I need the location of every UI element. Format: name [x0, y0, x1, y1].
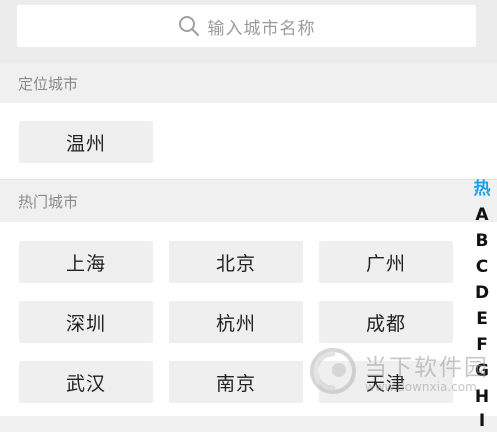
city-button[interactable]: 南京 [169, 361, 303, 403]
index-item-hot[interactable]: 热 [471, 178, 493, 200]
hot-section-label: 热门城市 [18, 192, 79, 211]
hot-section-title: 热门城市 [0, 180, 497, 222]
city-label: 成都 [365, 312, 406, 335]
city-button-location[interactable]: 温州 [19, 121, 153, 163]
city-label: 杭州 [215, 312, 256, 335]
location-section: 温州 [0, 103, 497, 180]
search-bar: 输入城市名称 [0, 0, 497, 63]
watermark-url: www.downxia.com [365, 380, 477, 394]
city-button[interactable]: 武汉 [19, 361, 153, 403]
index-item-c[interactable]: C [471, 256, 493, 278]
city-button[interactable]: 成都 [319, 301, 453, 343]
index-item-d[interactable]: D [471, 282, 493, 304]
city-label: 北京 [215, 252, 256, 275]
watermark: 当下软件园 www.downxia.com [308, 346, 493, 402]
city-button[interactable]: 深圳 [19, 301, 153, 343]
city-label: 武汉 [65, 372, 106, 395]
city-label: 温州 [65, 132, 106, 155]
city-label: 上海 [65, 252, 106, 275]
search-placeholder: 输入城市名称 [207, 18, 316, 39]
city-button[interactable]: 上海 [19, 241, 153, 283]
search-icon [178, 16, 199, 37]
city-button[interactable]: 杭州 [169, 301, 303, 343]
city-button[interactable]: 北京 [169, 241, 303, 283]
index-item-b[interactable]: B [471, 230, 493, 252]
index-item-i[interactable]: I [471, 410, 493, 432]
location-section-title: 定位城市 [0, 63, 497, 103]
watermark-logo-icon [310, 348, 356, 394]
watermark-text: 当下软件园 [364, 355, 489, 381]
index-item-a[interactable]: A [471, 204, 493, 226]
location-section-label: 定位城市 [18, 74, 79, 93]
index-item-e[interactable]: E [471, 308, 493, 330]
city-label: 广州 [365, 252, 406, 275]
city-label: 南京 [215, 372, 256, 395]
city-button[interactable]: 广州 [319, 241, 453, 283]
city-label: 深圳 [65, 312, 106, 335]
search-input[interactable]: 输入城市名称 [17, 5, 476, 47]
